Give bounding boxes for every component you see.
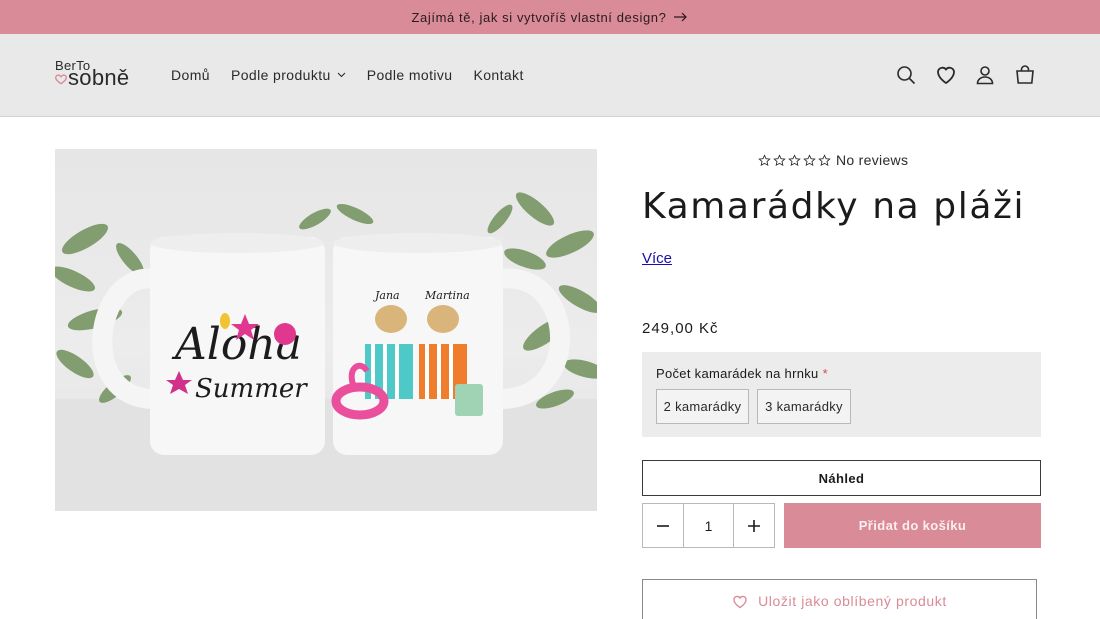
variant-option-3[interactable]: 3 kamarádky <box>757 389 851 424</box>
nav-item-domu[interactable]: Domů <box>171 67 210 83</box>
save-favorite-button[interactable]: Uložit jako oblíbený produkt <box>642 579 1037 619</box>
variant-label: Počet kamarádek na hrnku * <box>656 366 828 381</box>
star-empty-icon <box>818 153 831 166</box>
mug-text-summer: Summer <box>195 374 308 404</box>
more-link[interactable]: Více <box>642 250 672 267</box>
star-empty-icon <box>788 153 801 166</box>
announcement-bar[interactable]: Zajímá tě, jak si vytvoříš vlastní desig… <box>0 0 1100 34</box>
product-title: Kamarádky na pláži <box>642 186 1026 227</box>
star-empty-icon <box>758 153 771 166</box>
foliage <box>55 192 597 409</box>
product-image[interactable]: Aloha Summer Jana Martina <box>55 149 597 511</box>
product-price: 249,00 Kč <box>642 320 719 337</box>
minus-icon <box>657 524 669 527</box>
quantity-input[interactable]: 1 <box>683 504 734 547</box>
required-mark: * <box>822 366 828 381</box>
mug-name-jana: Jana <box>373 289 400 302</box>
preview-button[interactable]: Náhled <box>642 460 1041 496</box>
nav-item-podle-produktu[interactable]: Podle produktu <box>231 67 346 83</box>
variant-option-2[interactable]: 2 kamarádky <box>656 389 749 424</box>
plus-icon <box>748 519 760 532</box>
main-nav: Domů Podle produktu Podle motivu Kontakt <box>171 67 545 83</box>
product-reviews[interactable]: No reviews <box>758 152 908 168</box>
heart-icon <box>733 595 747 608</box>
add-to-cart-button[interactable]: Přidat do košíku <box>784 503 1041 548</box>
nav-item-podle-motivu[interactable]: Podle motivu <box>367 67 453 83</box>
nav-item-kontakt[interactable]: Kontakt <box>473 67 523 83</box>
nav-label: Podle produktu <box>230 67 331 83</box>
nav-label: Domů <box>171 67 210 83</box>
logo-heart-icon <box>55 74 67 85</box>
product-photo: Aloha Summer Jana Martina <box>55 192 597 511</box>
cart-icon[interactable] <box>1013 63 1037 87</box>
quantity-increase-button[interactable] <box>734 504 774 547</box>
mug-name-martina: Martina <box>424 289 470 302</box>
variant-selector: Počet kamarádek na hrnku * 2 kamarádky 3 … <box>642 352 1041 437</box>
search-icon[interactable] <box>894 63 918 87</box>
nav-label: Podle motivu <box>366 67 453 83</box>
variant-label-text: Počet kamarádek na hrnku <box>656 366 819 381</box>
reviews-text: No reviews <box>836 152 909 168</box>
announcement-text: Zajímá tě, jak si vytvoříš vlastní desig… <box>411 9 667 25</box>
account-icon[interactable] <box>973 63 997 87</box>
nav-label: Kontakt <box>473 67 524 83</box>
site-header: BerTo sobně Domů Podle produktu Podle mo… <box>0 34 1100 117</box>
rating-stars <box>758 153 831 167</box>
quantity-decrease-button[interactable] <box>643 504 683 547</box>
chevron-down-icon <box>337 72 346 78</box>
arrow-right-icon <box>674 12 688 22</box>
logo[interactable]: BerTo sobně <box>54 56 144 96</box>
star-empty-icon <box>773 153 786 166</box>
star-empty-icon <box>803 153 816 166</box>
wishlist-heart-icon[interactable] <box>934 63 958 87</box>
save-favorite-label: Uložit jako oblíbený produkt <box>758 593 947 609</box>
quantity-stepper: 1 <box>642 503 775 548</box>
logo-line-2: sobně <box>68 65 130 90</box>
